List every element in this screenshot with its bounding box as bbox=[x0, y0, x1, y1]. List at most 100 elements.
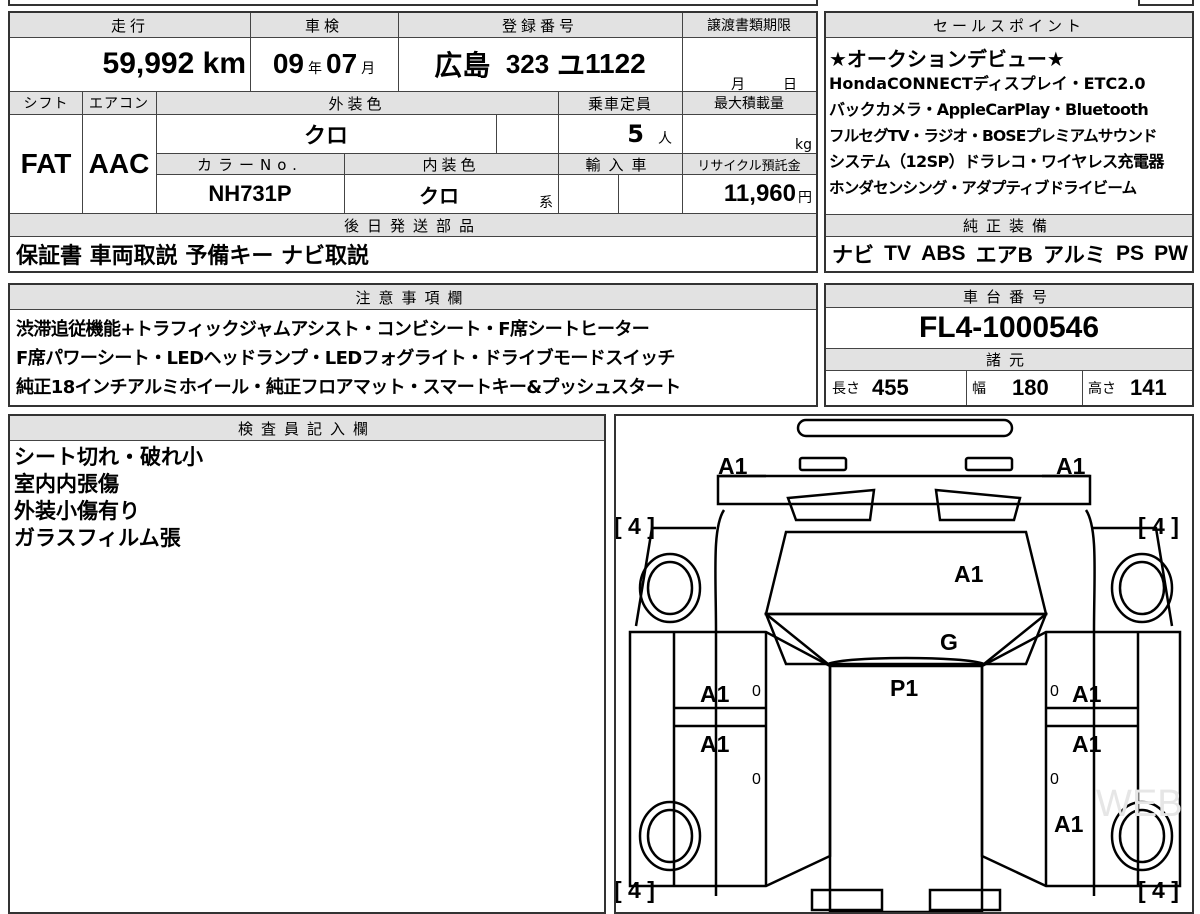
mileage-unit: km bbox=[202, 47, 246, 80]
capacity: 5 bbox=[627, 120, 644, 148]
genuine-item: ナビ bbox=[832, 244, 874, 267]
insp-month: 07 bbox=[326, 48, 358, 79]
inspector-line: 室内内張傷 bbox=[14, 472, 119, 496]
sales-header: セールスポイント bbox=[826, 13, 1192, 37]
interior-header: 内装色 bbox=[344, 154, 558, 174]
vehicle-info-table: 走行 車検 登録番号 譲渡書類期限 59,992 km 09 年 07 月 広島 32… bbox=[8, 11, 818, 273]
width-value: 180 bbox=[1012, 375, 1049, 400]
top-cut-row-right bbox=[1138, 0, 1194, 6]
door-zero-2: 0 bbox=[752, 771, 761, 788]
color-no-value: NH731P bbox=[208, 181, 292, 206]
mark-front-right: A1 bbox=[1056, 453, 1086, 479]
sales-line: フルセグTV・ラジオ・BOSEプレミアムサウンド bbox=[829, 127, 1158, 145]
inspector-panel: 検査員記入欄 シート切れ・破れ小 室内内張傷 外装小傷有り ガラスフィルム張 bbox=[8, 414, 606, 914]
car-outline bbox=[628, 418, 1182, 912]
ac-header: エアコン bbox=[82, 92, 156, 114]
inspector-header: 検査員記入欄 bbox=[10, 416, 604, 440]
car-diagram-panel: WEB STUDIO A1 A1 A1 G P1 A1 A1 A1 A1 A1 … bbox=[614, 414, 1194, 914]
reg-area: 広島 bbox=[434, 50, 491, 81]
inspector-line: シート切れ・破れ小 bbox=[14, 445, 203, 469]
notes-lines: 渋滞追従機能+トラフィックジャムアシスト・コンビシート・F席シートヒーター F席… bbox=[16, 315, 812, 402]
capacity-header: 乗車定員 bbox=[558, 92, 682, 114]
mileage: 59,992 bbox=[102, 47, 195, 80]
exterior-header: 外装色 bbox=[156, 92, 558, 114]
notes-line: 純正18インチアルミホイール・純正フロアマット・スマートキー&プッシュスタート bbox=[16, 377, 681, 398]
shift-value: FAT bbox=[20, 148, 72, 179]
chassis-panel: 車台番号 FL4-1000546 諸元 長さ 455 幅 180 高さ 141 bbox=[824, 283, 1194, 407]
notes-line: F席パワーシート・LEDヘッドランプ・LEDフォグライト・ドライブモードスイッチ bbox=[16, 348, 675, 369]
registration-number: 広島 323 ユ 1122 bbox=[398, 38, 682, 90]
height-label: 高さ bbox=[1088, 381, 1116, 397]
chassis-number: FL4-1000546 bbox=[918, 311, 1100, 344]
recycle-value: 11,960 円 bbox=[682, 175, 814, 213]
genuine-header: 純正装備 bbox=[826, 214, 1192, 236]
reg-num: 1122 bbox=[585, 48, 646, 79]
spec-height: 高さ 141 bbox=[1088, 371, 1192, 405]
spec-width: 幅 180 bbox=[972, 371, 1082, 405]
mark-left-front-door: A1 bbox=[700, 681, 730, 707]
tire-rear-right: [ 4 ] bbox=[1138, 877, 1179, 903]
door-zero-4: 0 bbox=[1050, 771, 1059, 788]
sales-line: システム（12SP）ドラレコ・ワイヤレス充電器 bbox=[829, 152, 1164, 171]
mark-glass: G bbox=[940, 629, 958, 655]
mileage-value: 59,992 km bbox=[10, 38, 246, 90]
recycle-unit: 円 bbox=[798, 190, 812, 206]
genuine-item: PS bbox=[1115, 242, 1144, 265]
genuine-items: ナビ TV ABS エアB アルミ PS PW bbox=[832, 237, 1188, 271]
later-parts-header: 後日発送部品 bbox=[10, 214, 816, 236]
specs-header: 諸元 bbox=[826, 348, 1192, 370]
notes-panel: 注意事項欄 渋滞追従機能+トラフィックジャムアシスト・コンビシート・F席シートヒ… bbox=[8, 283, 818, 407]
mark-roof: P1 bbox=[890, 675, 918, 701]
notes-line: 渋滞追従機能+トラフィックジャムアシスト・コンビシート・F席シートヒーター bbox=[16, 319, 650, 340]
import-header: 輸入車 bbox=[558, 154, 682, 174]
length-label: 長さ bbox=[832, 381, 860, 397]
mark-left-rear-door: A1 bbox=[700, 731, 730, 757]
inspection-header: 車検 bbox=[250, 13, 398, 37]
notes-header: 注意事項欄 bbox=[10, 285, 816, 309]
insp-month-unit: 月 bbox=[361, 60, 376, 76]
inspector-lines: シート切れ・破れ小 室内内張傷 外装小傷有り ガラスフィルム張 bbox=[14, 444, 203, 552]
shift-header: シフト bbox=[10, 92, 82, 114]
reg-header: 登録番号 bbox=[398, 13, 682, 37]
sales-line: HondaCONNECTディスプレイ・ETC2.0 bbox=[829, 74, 1146, 93]
door-zero-3: 0 bbox=[1050, 683, 1059, 700]
load-unit: kg bbox=[795, 137, 812, 153]
height-value: 141 bbox=[1130, 375, 1167, 400]
mark-right-front-door: A1 bbox=[1072, 681, 1102, 707]
genuine-item: アルミ bbox=[1042, 244, 1106, 267]
sales-points-panel: セールスポイント ★オークションデビュー★ HondaCONNECTディスプレイ… bbox=[824, 11, 1194, 273]
interior-value: クロ bbox=[419, 183, 459, 208]
inspector-line: ガラスフィルム張 bbox=[14, 526, 181, 550]
mileage-header: 走行 bbox=[10, 13, 250, 37]
mark-right-rear-door: A1 bbox=[1072, 731, 1102, 757]
genuine-item: ABS bbox=[921, 242, 966, 265]
recycle-header: リサイクル預託金 bbox=[682, 154, 816, 174]
chassis-header: 車台番号 bbox=[826, 285, 1192, 307]
transfer-header: 譲渡書類期限 bbox=[682, 13, 816, 37]
insp-year: 09 bbox=[272, 48, 304, 79]
spec-length: 長さ 455 bbox=[832, 371, 962, 405]
sales-lines: ★オークションデビュー★ HondaCONNECTディスプレイ・ETC2.0 バ… bbox=[829, 47, 1191, 201]
sales-line: ★オークションデビュー★ bbox=[829, 47, 1065, 71]
tire-rear-left: [ 4 ] bbox=[616, 877, 655, 903]
genuine-item: TV bbox=[884, 242, 911, 265]
reg-class: 323 bbox=[505, 48, 550, 79]
capacity-value: 5人 bbox=[558, 115, 678, 153]
tire-front-right: [ 4 ] bbox=[1138, 513, 1179, 539]
reg-kana: ユ bbox=[556, 50, 585, 81]
capacity-unit: 人 bbox=[658, 131, 672, 147]
load-header: 最大積載量 bbox=[682, 92, 816, 114]
door-zero-1: 0 bbox=[752, 683, 761, 700]
later-parts-text: 保証書 車両取説 予備キー ナビ取説 bbox=[16, 244, 369, 269]
sales-line: ホンダセンシング・アダプティブドライビーム bbox=[829, 179, 1137, 197]
recycle: 11,960 bbox=[723, 180, 796, 207]
ac-value: AAC bbox=[88, 148, 150, 179]
top-cut-row bbox=[8, 0, 818, 6]
mark-right-rear-fender: A1 bbox=[1054, 811, 1084, 837]
watermark: WEB STUDIO bbox=[1096, 783, 1192, 825]
mark-hood: A1 bbox=[954, 561, 984, 587]
length-value: 455 bbox=[872, 375, 909, 400]
color-no-header: カラーNo. bbox=[156, 154, 344, 174]
genuine-item: エアB bbox=[975, 244, 1033, 267]
tire-front-left: [ 4 ] bbox=[616, 513, 655, 539]
